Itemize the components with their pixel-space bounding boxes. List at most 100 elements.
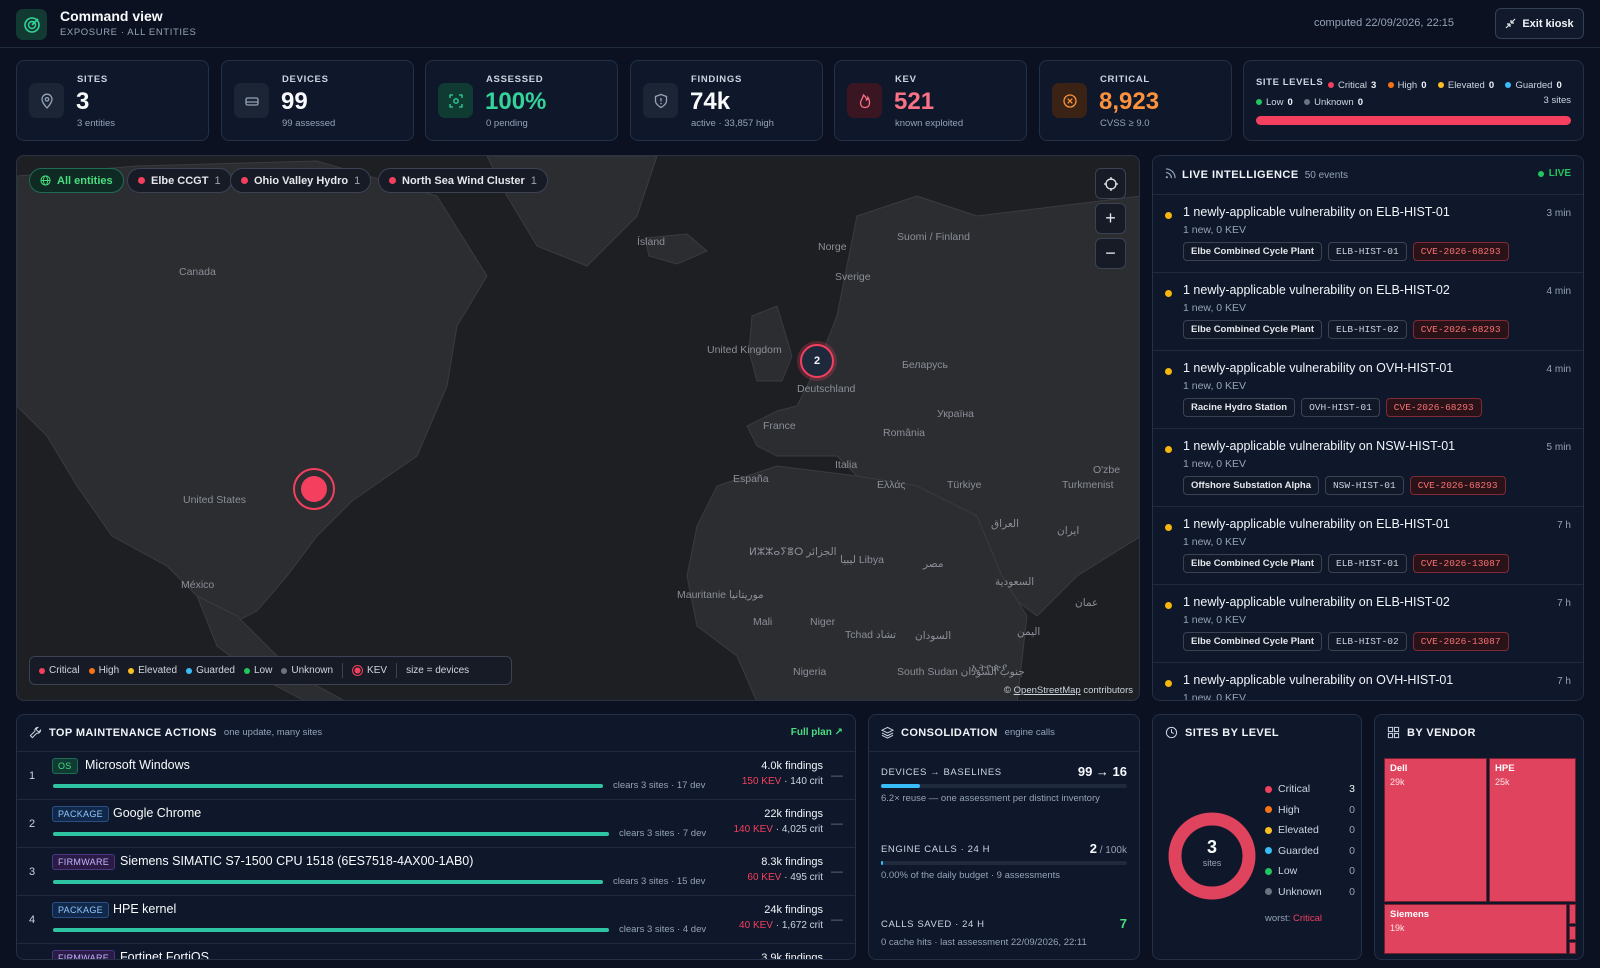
osm-link[interactable]: OpenStreetMap	[1014, 685, 1081, 696]
site-tag[interactable]: Offshore Substation Alpha	[1183, 476, 1319, 495]
calls-saved-sub: 0 cache hits · last assessment 22/09/202…	[881, 937, 1087, 948]
kpi-label: CRITICAL	[1100, 74, 1150, 85]
place-label: Niger	[810, 616, 836, 628]
clears-text: clears 3 sites · 17 dev	[613, 780, 706, 791]
host-tag[interactable]: ELB-HIST-01	[1328, 242, 1407, 261]
chip-elbe-ccgt[interactable]: Elbe CCGT 1	[127, 168, 232, 193]
vendor-cell-small[interactable]	[1569, 926, 1576, 940]
cve-tag[interactable]: CVE-2026-13087	[1412, 554, 1509, 573]
site-tag[interactable]: Elbe Combined Cycle Plant	[1183, 554, 1322, 573]
level-row: Unknown 0	[1265, 886, 1355, 898]
full-plan-link[interactable]: Full plan ↗	[791, 727, 843, 738]
kpi-findings: FINDINGS 74k active · 33,857 high	[630, 60, 823, 141]
site-levels-total: 3 sites	[1543, 95, 1571, 106]
cve-tag[interactable]: CVE-2026-68293	[1385, 398, 1482, 417]
event-item[interactable]: 1 newly-applicable vulnerability on OVH-…	[1153, 350, 1583, 428]
row-menu[interactable]: —	[831, 864, 843, 878]
maintenance-row[interactable]: 4 PACKAGE HPE kernel clears 3 sites · 4 …	[17, 895, 855, 944]
zoom-out-button[interactable]: −	[1095, 238, 1126, 269]
host-tag[interactable]: ELB-HIST-02	[1328, 320, 1407, 339]
chip-count: 1	[530, 174, 537, 187]
kpi-value: 8,923	[1099, 88, 1160, 115]
host-tag[interactable]: OVH-HIST-01	[1301, 398, 1380, 417]
event-tags: Elbe Combined Cycle Plant ELB-HIST-01 CV…	[1183, 554, 1509, 573]
event-tags: Elbe Combined Cycle Plant ELB-HIST-01 CV…	[1183, 242, 1509, 261]
event-tags: Offshore Substation Alpha NSW-HIST-01 CV…	[1183, 476, 1506, 495]
kpi-sub: active · 33,857 high	[691, 118, 774, 129]
vendor-cell-small[interactable]	[1569, 942, 1576, 954]
cve-tag[interactable]: CVE-2026-13087	[1412, 632, 1509, 651]
type-badge: FIRMWARE	[52, 854, 116, 870]
event-item[interactable]: 1 newly-applicable vulnerability on ELB-…	[1153, 506, 1583, 584]
row-rank: 1	[29, 770, 36, 782]
event-title: 1 newly-applicable vulnerability on OVH-…	[1183, 361, 1454, 375]
level-high: High 0	[1387, 80, 1427, 91]
kpi-label: FINDINGS	[691, 74, 742, 85]
place-label: عمان	[1075, 597, 1099, 609]
event-item[interactable]: 1 newly-applicable vulnerability on NSW-…	[1153, 428, 1583, 506]
type-badge: PACKAGE	[52, 806, 109, 822]
row-menu[interactable]: —	[831, 912, 843, 926]
site-tag[interactable]: Elbe Combined Cycle Plant	[1183, 632, 1322, 651]
engine-calls-label: ENGINE CALLS · 24 H	[881, 844, 991, 855]
map-panel[interactable]: Ísland Suomi / Finland Norge Sverige Canada U…	[16, 155, 1140, 701]
event-count: 50 events	[1304, 170, 1349, 181]
findings-count: 24k findings	[764, 904, 823, 916]
site-tag[interactable]: Racine Hydro Station	[1183, 398, 1296, 417]
kev-crit: 40 KEV · 1,672 crit	[739, 920, 823, 931]
legend-high: High	[88, 665, 119, 676]
cve-tag[interactable]: CVE-2026-68293	[1412, 320, 1509, 339]
event-title: 1 newly-applicable vulnerability on ELB-…	[1183, 595, 1450, 609]
place-label: Mauritanie موريتانيا	[677, 589, 764, 601]
zoom-in-button[interactable]: +	[1095, 203, 1126, 234]
site-tag[interactable]: Elbe Combined Cycle Plant	[1183, 320, 1322, 339]
maintenance-row[interactable]: 3 FIRMWARE Siemens SIMATIC S7-1500 CPU 1…	[17, 847, 855, 896]
vendor-cell-small[interactable]	[1569, 904, 1576, 924]
flame-icon	[847, 83, 882, 118]
kpi-sub: CVSS ≥ 9.0	[1100, 118, 1150, 129]
live-intelligence-title: LIVE INTELLIGENCE 50 events	[1165, 168, 1348, 181]
row-menu[interactable]: —	[831, 768, 843, 782]
maintenance-row[interactable]: FIRMWARE Fortinet FortiOS 3.9k findings	[17, 943, 855, 959]
chip-all-entities[interactable]: All entities	[29, 168, 124, 193]
critical-dot	[389, 177, 396, 184]
place-label: العراق	[991, 518, 1020, 530]
host-tag[interactable]: ELB-HIST-01	[1328, 554, 1407, 573]
page-title: Command view	[60, 8, 163, 24]
cve-tag[interactable]: CVE-2026-68293	[1409, 476, 1506, 495]
vendor-cell-siemens[interactable]: Siemens 19k	[1384, 904, 1567, 954]
vendor-cell-hpe[interactable]: HPE 25k	[1489, 758, 1576, 902]
app-header: Command view EXPOSURE · ALL ENTITIES com…	[0, 0, 1600, 48]
host-tag[interactable]: NSW-HIST-01	[1324, 476, 1404, 495]
place-label: ኢትዮጵያ	[971, 662, 1008, 674]
map-land	[17, 156, 1139, 700]
site-tag[interactable]: Elbe Combined Cycle Plant	[1183, 242, 1322, 261]
chip-north-sea-wind-cluster[interactable]: North Sea Wind Cluster 1	[378, 168, 548, 193]
event-item[interactable]: 1 newly-applicable vulnerability on ELB-…	[1153, 272, 1583, 350]
place-label: United Kingdom	[707, 344, 782, 356]
place-label: مصر	[923, 558, 944, 570]
exit-kiosk-button[interactable]: Exit kiosk	[1495, 8, 1584, 39]
event-item[interactable]: 1 newly-applicable vulnerability on ELB-…	[1153, 194, 1583, 272]
place-label: Türkiye	[947, 479, 982, 491]
kpi-sub: 0 pending	[486, 118, 528, 129]
chip-ohio-valley-hydro[interactable]: Ohio Valley Hydro 1	[230, 168, 372, 193]
kpi-value: 3	[76, 88, 90, 115]
maintenance-row[interactable]: 1 OS Microsoft Windows clears 3 sites · …	[17, 751, 855, 800]
event-item[interactable]: 1 newly-applicable vulnerability on ELB-…	[1153, 584, 1583, 662]
locate-button[interactable]	[1095, 168, 1126, 199]
vendor-cell-dell[interactable]: Dell 29k	[1384, 758, 1487, 902]
chip-count: 1	[354, 174, 361, 187]
elevated-dot	[1165, 212, 1172, 219]
maintenance-row[interactable]: 2 PACKAGE Google Chrome clears 3 sites ·…	[17, 799, 855, 848]
site-marker-ohio-valley-hydro[interactable]	[293, 468, 335, 510]
event-title: 1 newly-applicable vulnerability on OVH-…	[1183, 673, 1454, 687]
host-tag[interactable]: ELB-HIST-02	[1328, 632, 1407, 651]
site-cluster-marker[interactable]: 2	[800, 344, 834, 378]
event-item[interactable]: 1 newly-applicable vulnerability on OVH-…	[1153, 662, 1583, 700]
grid-icon	[1387, 726, 1400, 739]
row-menu[interactable]: —	[831, 816, 843, 830]
clears-text: clears 3 sites · 4 dev	[619, 924, 707, 935]
cve-tag[interactable]: CVE-2026-68293	[1412, 242, 1509, 261]
event-title: 1 newly-applicable vulnerability on ELB-…	[1183, 205, 1450, 219]
